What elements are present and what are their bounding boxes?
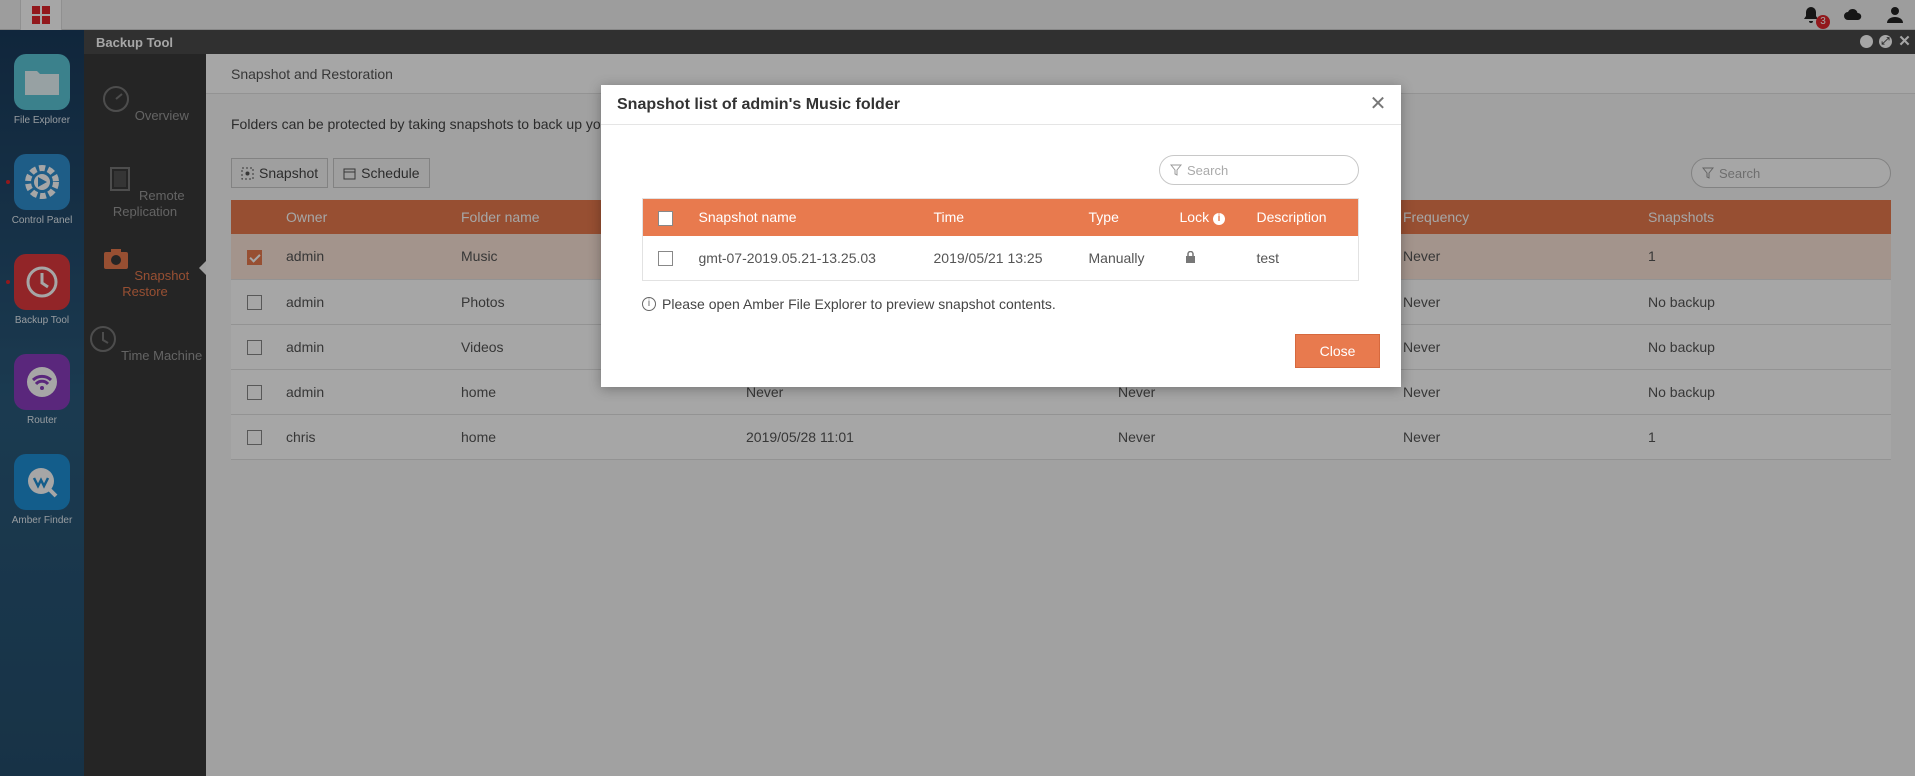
preview-hint: i Please open Amber File Explorer to pre… [642, 296, 1056, 312]
info-icon: i [642, 297, 656, 311]
close-button[interactable]: Close [1295, 334, 1380, 368]
cell-time: 2019/05/21 13:25 [933, 235, 1089, 281]
close-icon[interactable]: ✕ [1369, 94, 1387, 114]
column-lock-label: Lock [1179, 209, 1210, 226]
snapshot-table: Snapshot name Time Type Lock i Descripti… [642, 198, 1359, 281]
column-type[interactable]: Type [1088, 198, 1180, 236]
snapshot-row-checkbox[interactable] [658, 251, 673, 267]
snapshot-row[interactable]: gmt-07-2019.05.21-13.25.03 2019/05/21 13… [642, 235, 1359, 281]
hint-text: Please open Amber File Explorer to previ… [662, 296, 1056, 312]
cell-description: test [1256, 235, 1359, 281]
snapshot-list-dialog: Snapshot list of admin's Music folder ✕ … [601, 85, 1401, 387]
column-lock[interactable]: Lock i [1179, 198, 1257, 236]
cell-snapshot-name: gmt-07-2019.05.21-13.25.03 [698, 235, 934, 281]
info-icon[interactable]: i [1212, 212, 1225, 225]
column-snapshot-name[interactable]: Snapshot name [698, 198, 934, 236]
dialog-title: Snapshot list of admin's Music folder [617, 95, 900, 113]
filter-icon [1170, 164, 1182, 176]
cell-type: Manually [1088, 235, 1180, 281]
dialog-header: Snapshot list of admin's Music folder ✕ [601, 85, 1401, 125]
column-time[interactable]: Time [933, 198, 1089, 236]
dialog-search-placeholder: Search [1187, 162, 1229, 178]
snapshot-table-header: Snapshot name Time Type Lock i Descripti… [642, 198, 1359, 236]
select-all-checkbox[interactable] [658, 210, 673, 226]
lock-icon[interactable] [1185, 250, 1196, 263]
column-description[interactable]: Description [1256, 198, 1359, 236]
dialog-search-input[interactable]: Search [1159, 155, 1359, 185]
